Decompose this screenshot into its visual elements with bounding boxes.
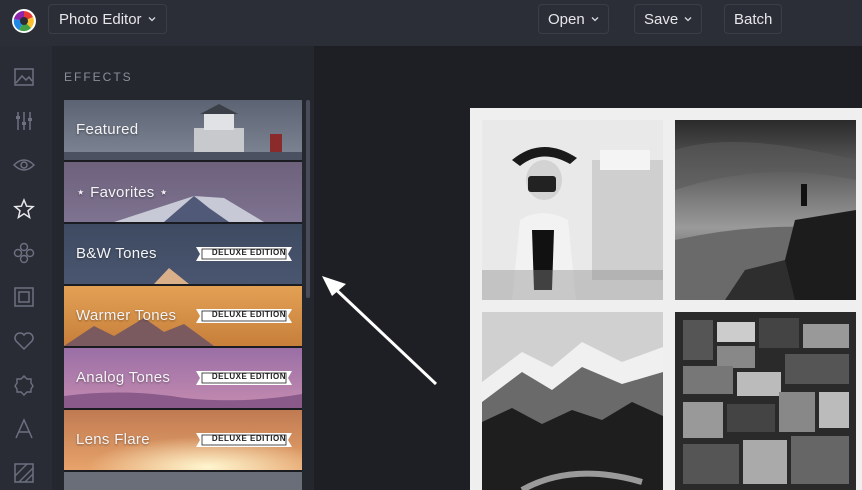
deluxe-edition-text: DELUXE EDITION — [211, 372, 286, 381]
chevron-down-icon — [684, 17, 692, 22]
panel-title: EFFECTS — [64, 70, 133, 84]
photo-lighthouse-coast-image — [675, 120, 856, 300]
batch-label: Batch — [734, 10, 773, 28]
text-icon[interactable] — [13, 418, 35, 440]
effect-category-favorites[interactable]: ⋆ Favorites ⋆ — [64, 162, 302, 224]
effects-panel: EFFECTS Featured ⋆ Favorites ⋆ B&W Tones — [52, 46, 314, 490]
effect-label: B&W Tones — [76, 245, 157, 262]
effect-category-analog-tones[interactable]: Analog Tones DELUXE EDITION — [64, 348, 302, 410]
photo-stacked-suitcases[interactable] — [675, 312, 856, 490]
top-toolbar: Photo Editor Open Save Batch — [0, 0, 862, 46]
effect-category-next[interactable] — [64, 472, 302, 490]
effect-label: Analog Tones — [76, 369, 171, 386]
eye-icon[interactable] — [13, 154, 35, 176]
app-menu-label: Photo Editor — [59, 10, 142, 28]
effect-category-featured[interactable]: Featured — [64, 100, 302, 162]
badge-icon[interactable] — [13, 374, 35, 396]
texture-icon[interactable] — [13, 462, 35, 484]
open-menu-button[interactable]: Open — [538, 4, 609, 34]
effects-scrollbar[interactable] — [306, 100, 310, 298]
effect-category-warmer-tones[interactable]: Warmer Tones DELUXE EDITION — [64, 286, 302, 348]
star-icon[interactable] — [13, 198, 35, 220]
frame-icon[interactable] — [13, 286, 35, 308]
photo-woman-camera[interactable] — [482, 120, 663, 300]
tool-rail — [0, 46, 52, 490]
save-menu-button[interactable]: Save — [634, 4, 703, 34]
photo-mountain-road-image — [482, 312, 663, 490]
effect-label: Featured — [76, 121, 139, 138]
sliders-icon[interactable] — [13, 110, 35, 132]
deluxe-edition-text: DELUXE EDITION — [211, 310, 286, 319]
effect-label: Warmer Tones — [76, 307, 177, 324]
photo-artboard[interactable] — [470, 108, 862, 490]
photo-stacked-suitcases-image — [675, 312, 856, 490]
chevron-down-icon — [591, 17, 599, 22]
flower-icon[interactable] — [13, 242, 35, 264]
open-label: Open — [548, 10, 585, 28]
chevron-down-icon — [148, 17, 156, 22]
effect-category-lens-flare[interactable]: Lens Flare DELUXE EDITION — [64, 410, 302, 472]
heart-icon[interactable] — [13, 330, 35, 352]
batch-button[interactable]: Batch — [724, 4, 783, 34]
photo-woman-camera-image — [482, 120, 663, 300]
app-logo-icon[interactable] — [10, 7, 38, 35]
deluxe-edition-text: DELUXE EDITION — [211, 434, 286, 443]
effect-label: ⋆ Favorites ⋆ — [76, 184, 169, 201]
photo-lighthouse-coast[interactable] — [675, 120, 856, 300]
image-icon[interactable] — [13, 66, 35, 88]
deluxe-edition-text: DELUXE EDITION — [211, 248, 286, 257]
save-label: Save — [644, 10, 679, 28]
effect-label: Lens Flare — [76, 431, 150, 448]
photo-mountain-road[interactable] — [482, 312, 663, 490]
effect-category-bw-tones[interactable]: B&W Tones DELUXE EDITION — [64, 224, 302, 286]
annotation-arrow — [322, 276, 438, 386]
app-menu-dropdown[interactable]: Photo Editor — [48, 4, 167, 34]
